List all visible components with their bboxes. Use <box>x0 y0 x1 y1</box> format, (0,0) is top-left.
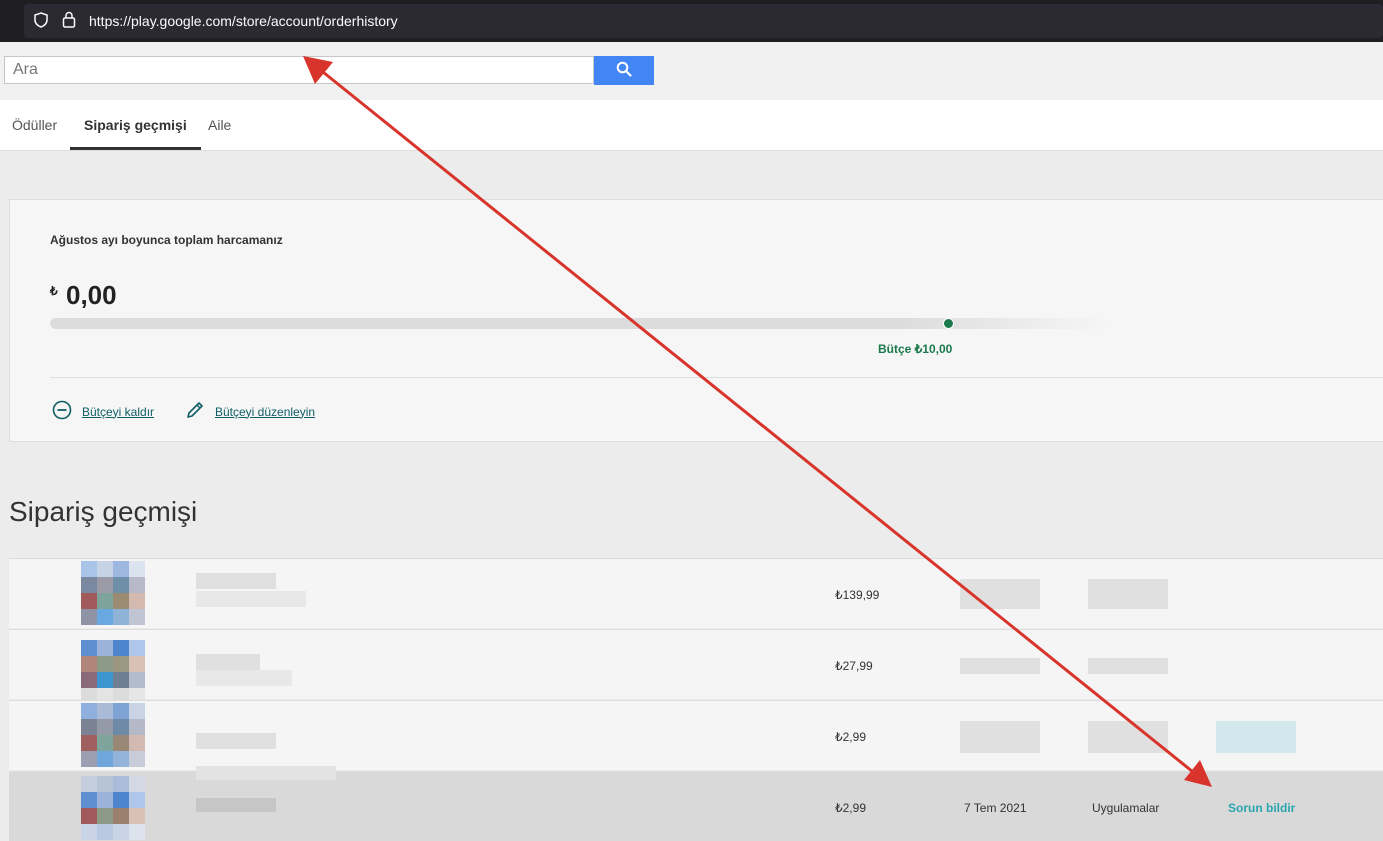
browser-url-bar: https://play.google.com/store/account/or… <box>0 0 1383 42</box>
order-price: ₺2,99 <box>835 730 866 744</box>
app-name-placeholder <box>196 798 276 812</box>
app-thumbnail[interactable] <box>81 703 145 767</box>
monthly-spend-label: Ağustos ayı boyunca toplam harcamanız <box>50 233 283 247</box>
date-placeholder <box>960 721 1040 753</box>
app-thumbnail[interactable] <box>81 776 145 840</box>
budget-limit-label: Bütçe ₺10,00 <box>878 342 953 356</box>
report-link-placeholder[interactable] <box>1216 721 1296 753</box>
order-row[interactable]: ₺27,99 <box>9 629 1383 704</box>
pencil-icon <box>185 400 205 423</box>
budget-marker <box>943 318 954 329</box>
url-text[interactable]: https://play.google.com/store/account/or… <box>89 13 398 29</box>
edit-budget-button[interactable]: Bütçeyi düzenleyin <box>185 400 315 423</box>
app-name-placeholder <box>196 654 260 670</box>
order-row[interactable]: ₺139,99 <box>9 558 1383 628</box>
date-placeholder <box>960 658 1040 674</box>
tab-family[interactable]: Aile <box>208 100 231 150</box>
search-button[interactable] <box>594 56 654 85</box>
currency-symbol: ₺ <box>50 284 58 298</box>
card-divider <box>50 377 1383 378</box>
remove-budget-button[interactable]: Bütçeyi kaldır <box>52 400 154 423</box>
order-history-title: Sipariş geçmişi <box>9 496 198 527</box>
app-thumbnail[interactable] <box>81 561 145 625</box>
order-price: ₺139,99 <box>835 588 880 602</box>
minus-circle-icon <box>52 400 72 423</box>
tab-order-history[interactable]: Sipariş geçmişi <box>70 100 201 150</box>
order-row-selected[interactable]: ₺2,99 7 Tem 2021 Uygulamalar Sorun bildi… <box>9 766 1383 841</box>
remove-budget-label[interactable]: Bütçeyi kaldır <box>82 405 154 419</box>
app-name-placeholder <box>196 733 276 749</box>
category-placeholder <box>1088 658 1168 674</box>
search-input[interactable] <box>4 56 594 84</box>
spend-amount: 0,00 <box>66 280 117 310</box>
app-name-placeholder <box>196 766 336 780</box>
category-placeholder <box>1088 579 1168 609</box>
edit-budget-label[interactable]: Bütçeyi düzenleyin <box>215 405 315 419</box>
order-price: ₺2,99 <box>835 801 866 815</box>
app-name-placeholder <box>196 670 292 686</box>
order-date: 7 Tem 2021 <box>964 801 1027 815</box>
tab-rewards[interactable]: Ödüller <box>12 100 57 150</box>
date-placeholder <box>960 579 1040 609</box>
order-price: ₺27,99 <box>835 659 873 673</box>
order-category: Uygulamalar <box>1092 801 1160 815</box>
report-problem-link[interactable]: Sorun bildir <box>1228 801 1295 815</box>
app-thumbnail[interactable] <box>81 640 145 704</box>
account-tabs: Ödüller Sipariş geçmişi Aile <box>0 100 1383 151</box>
shield-icon[interactable] <box>34 12 48 33</box>
app-name-placeholder <box>196 573 276 589</box>
category-placeholder <box>1088 721 1168 753</box>
lock-icon[interactable] <box>62 11 76 33</box>
search-icon <box>616 61 632 80</box>
app-name-placeholder <box>196 591 306 607</box>
order-row[interactable]: ₺2,99 <box>9 700 1383 770</box>
